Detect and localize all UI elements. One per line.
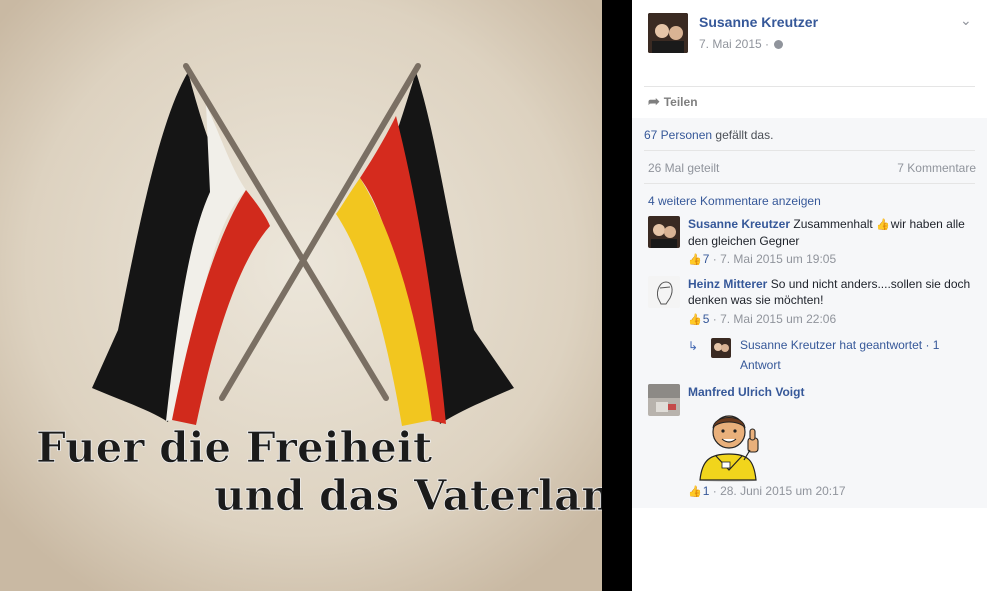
comments-count[interactable]: 7 Kommentare xyxy=(897,161,976,175)
photo-frame-gap xyxy=(602,0,632,591)
flags-illustration: Fuer die Freiheit und das Vaterland xyxy=(0,0,602,591)
thumbs-up-icon: 👍 xyxy=(688,486,702,498)
comment-time[interactable]: 28. Juni 2015 um 20:17 xyxy=(720,484,845,498)
stats-divider xyxy=(644,183,975,184)
commenter-avatar[interactable] xyxy=(648,276,680,308)
post-sidebar: Susanne Kreutzer 7. Mai 2015 · ⌄ ➦ Teilen… xyxy=(632,0,987,591)
chevron-down-icon[interactable]: ⌄ xyxy=(960,12,972,29)
comment-meta: 👍1 · 28. Juni 2015 um 20:17 xyxy=(688,484,846,498)
header-divider xyxy=(644,86,975,87)
thumbs-up-sticker-icon xyxy=(694,400,764,482)
poster-avatar[interactable] xyxy=(648,13,688,53)
post-date-text[interactable]: 7. Mai 2015 xyxy=(699,37,762,51)
comment-text: Susanne Kreutzer Zusammenhalt 👍wir haben… xyxy=(688,216,978,249)
comment-time[interactable]: 7. Mai 2015 um 22:06 xyxy=(720,312,836,326)
photo-caption-line1: Fuer die Freiheit xyxy=(36,423,433,472)
reply-summary[interactable]: Susanne Kreutzer hat geantwortet · 1 Ant… xyxy=(740,335,960,375)
poster-name[interactable]: Susanne Kreutzer xyxy=(699,14,818,30)
share-label: Teilen xyxy=(663,95,698,109)
comment-text-part1: Zusammenhalt xyxy=(793,217,877,231)
comment-like-count[interactable]: 7 xyxy=(703,252,710,266)
comment-author[interactable]: Heinz Mitterer xyxy=(688,277,767,291)
post-date[interactable]: 7. Mai 2015 · xyxy=(699,37,784,51)
post-header: Susanne Kreutzer 7. Mai 2015 · ⌄ ➦ Teilen xyxy=(632,0,987,118)
commenter-avatar[interactable] xyxy=(648,216,680,248)
thumbs-up-icon: 👍 xyxy=(688,254,702,266)
comment-text: Heinz Mitterer So und nicht anders....so… xyxy=(688,276,978,308)
comment-like-count[interactable]: 5 xyxy=(703,312,710,326)
comment-author[interactable]: Manfred Ulrich Voigt xyxy=(688,385,804,399)
commenter-avatar[interactable] xyxy=(648,384,680,416)
more-comments-link[interactable]: 4 weitere Kommentare anzeigen xyxy=(648,194,821,208)
comment-meta: 👍5 · 7. Mai 2015 um 22:06 xyxy=(688,312,837,326)
likes-divider xyxy=(644,150,975,151)
globe-icon xyxy=(774,40,784,49)
share-button[interactable]: ➦ Teilen xyxy=(648,93,698,110)
likes-link[interactable]: 67 Personen xyxy=(644,128,712,142)
share-arrow-icon: ➦ xyxy=(648,93,660,109)
reply-arrow-icon: ↳ xyxy=(688,339,699,353)
comment-meta: 👍7 · 7. Mai 2015 um 19:05 xyxy=(688,252,837,266)
thumbs-up-icon: 👍 xyxy=(688,314,702,326)
comment-author[interactable]: Susanne Kreutzer xyxy=(688,217,790,231)
comment-time[interactable]: 7. Mai 2015 um 19:05 xyxy=(720,252,836,266)
comment-like-count[interactable]: 1 xyxy=(703,484,710,498)
post-photo[interactable]: Fuer die Freiheit und das Vaterland xyxy=(0,0,602,591)
likes-suffix: gefällt das. xyxy=(712,128,774,142)
thumbs-up-icon: 👍 xyxy=(876,219,890,231)
reply-avatar xyxy=(711,338,731,358)
comment-text: Manfred Ulrich Voigt xyxy=(688,384,978,400)
likes-summary: 67 Personen gefällt das. xyxy=(644,128,773,142)
shares-count[interactable]: 26 Mal geteilt xyxy=(648,161,719,175)
photo-caption-line2: und das Vaterland xyxy=(214,471,602,520)
